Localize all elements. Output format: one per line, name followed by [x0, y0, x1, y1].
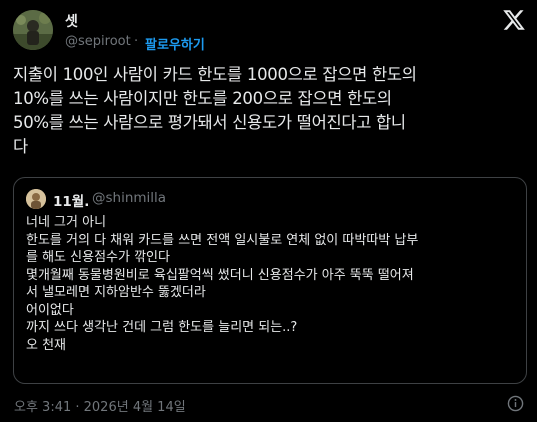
info-icon[interactable] [507, 395, 524, 412]
quoted-author-name: 11월. [53, 194, 90, 210]
tweet-text: 지출이 100인 사람이 카드 한도를 1000으로 잡으면 한도의 10%를 … [13, 65, 417, 156]
quoted-avatar-image [26, 189, 46, 209]
quoted-tweet-card[interactable]: 11월. @shinmilla 너네 그거 아니 한도를 거의 다 채워 카드를… [13, 177, 527, 384]
x-logo-icon[interactable] [501, 8, 527, 32]
follow-button[interactable]: 팔로우하기 [145, 34, 205, 53]
quoted-tweet-text: 너네 그거 아니 한도를 거의 다 채워 카드를 쓰면 전액 일시불로 연체 없… [26, 215, 419, 353]
separator-dot: · [134, 34, 139, 49]
quoted-author-avatar [26, 189, 46, 209]
author-avatar[interactable] [13, 10, 53, 50]
author-display-name[interactable]: 셋 [65, 11, 78, 31]
quoted-author-handle: @shinmilla [92, 190, 167, 206]
tweet-timestamp[interactable]: 오후 3:41 · 2026년 4월 14일 [14, 396, 186, 415]
author-handle[interactable]: @sepiroot [65, 34, 131, 49]
author-avatar-image [13, 10, 53, 50]
